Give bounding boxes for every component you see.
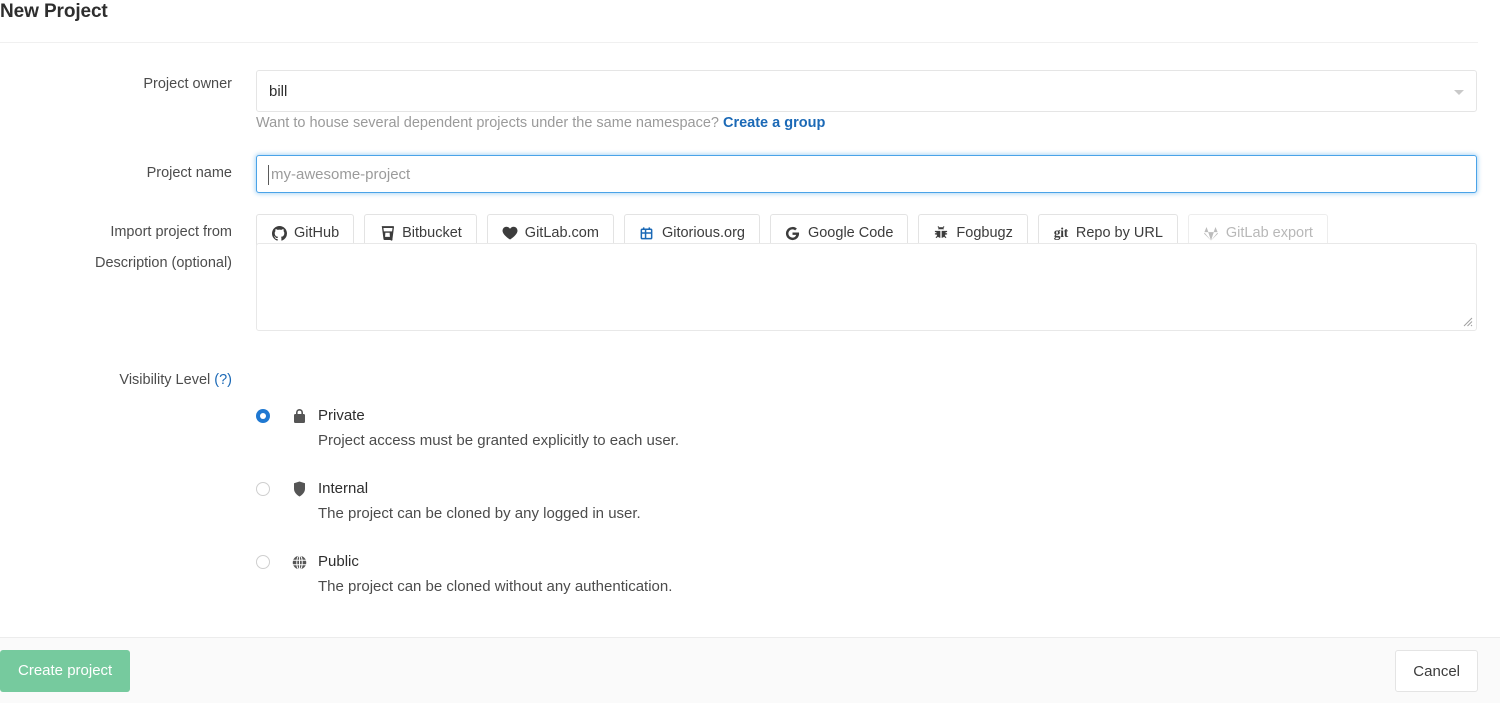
import-project-label: Import project from — [110, 224, 232, 240]
text-cursor — [268, 165, 269, 185]
project-name-control: my-awesome-project — [256, 155, 1477, 193]
project-owner-value: bill — [269, 83, 288, 100]
visibility-option-internal[interactable]: Internal The project can be cloned by an… — [256, 479, 956, 531]
create-a-group-link[interactable]: Create a group — [723, 115, 825, 131]
import-button-label: Google Code — [807, 224, 894, 241]
cancel-button[interactable]: Cancel — [1395, 650, 1478, 692]
visibility-title: Private — [318, 407, 365, 424]
visibility-option-public[interactable]: Public The project can be cloned without… — [256, 552, 956, 604]
project-name-placeholder: my-awesome-project — [271, 166, 411, 183]
visibility-description: Project access must be granted explicitl… — [318, 432, 680, 449]
visibility-level-label-text: Visibility Level — [119, 372, 211, 388]
form-footer: Create project Cancel — [0, 637, 1500, 703]
shield-icon — [290, 479, 308, 499]
google-icon — [785, 225, 801, 241]
import-button-label: Bitbucket — [402, 224, 462, 241]
gitorious-icon — [639, 225, 655, 241]
description-control — [256, 243, 1477, 331]
gitlab-fox-icon — [1203, 225, 1219, 241]
visibility-radio-internal[interactable] — [256, 482, 270, 496]
project-owner-control: bill — [256, 70, 1477, 112]
visibility-radio-public[interactable] — [256, 555, 270, 569]
new-project-page: New Project Project owner bill Want to h… — [0, 0, 1500, 703]
visibility-radio-private[interactable] — [256, 409, 270, 423]
project-owner-select[interactable]: bill — [256, 70, 1477, 112]
import-button-label: Fogbugz — [956, 224, 1013, 241]
import-button-label: Repo by URL — [1075, 224, 1163, 241]
description-label: Description (optional) — [94, 255, 232, 271]
lock-icon — [290, 406, 308, 426]
heart-icon — [502, 225, 518, 241]
import-button-label: GitLab.com — [524, 224, 599, 241]
git-text-icon: git — [1053, 225, 1068, 241]
visibility-description: The project can be cloned without any au… — [318, 578, 673, 595]
bug-icon — [933, 225, 949, 241]
visibility-description: The project can be cloned by any logged … — [318, 505, 641, 522]
description-textarea[interactable] — [256, 243, 1477, 331]
visibility-option-private[interactable]: Private Project access must be granted e… — [256, 406, 956, 458]
page-title: New Project — [0, 1, 108, 22]
globe-icon — [290, 552, 308, 572]
visibility-help-link[interactable]: (?) — [214, 372, 232, 388]
bitbucket-icon — [379, 225, 395, 241]
create-project-button[interactable]: Create project — [0, 650, 131, 692]
import-button-label: Gitorious.org — [661, 224, 745, 241]
visibility-level-label: Visibility Level (?) — [0, 370, 232, 390]
visibility-title: Public — [318, 553, 359, 570]
title-divider — [0, 42, 1478, 43]
visibility-title: Internal — [318, 480, 369, 497]
namespace-helper-prefix: Want to house several dependent projects… — [256, 115, 719, 131]
resize-grip-icon[interactable] — [1462, 316, 1473, 327]
import-button-label: GitLab export — [1225, 224, 1313, 241]
project-owner-label: Project owner — [143, 76, 232, 92]
import-button-label: GitHub — [294, 224, 340, 241]
github-icon — [271, 225, 287, 241]
project-name-input[interactable]: my-awesome-project — [256, 155, 1477, 193]
project-name-label: Project name — [146, 165, 232, 181]
chevron-down-icon — [1454, 90, 1464, 95]
namespace-helper-text: Want to house several dependent projects… — [256, 113, 825, 133]
